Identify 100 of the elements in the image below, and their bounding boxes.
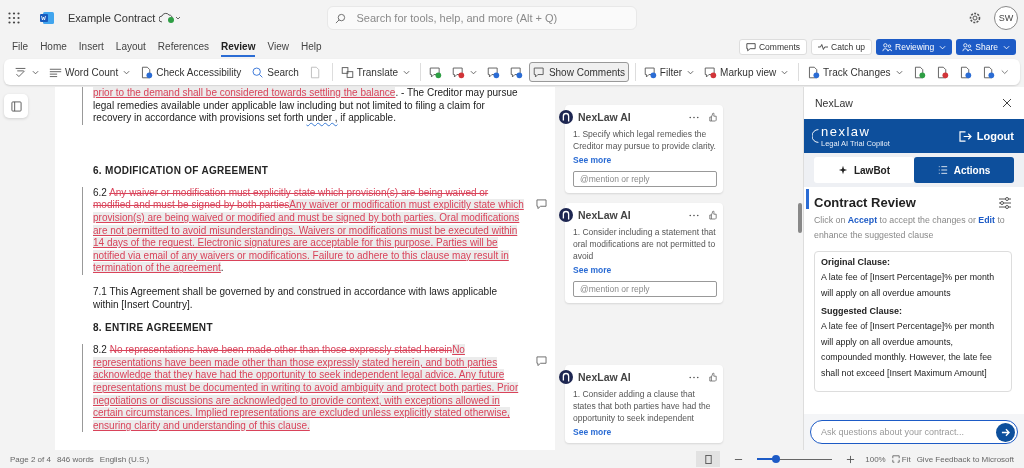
status-text: 846 words [56, 454, 94, 464]
clause-text: A late fee of [Insert Percentage]% per month will apply on all overdue amounts [821, 271, 996, 300]
section-heading: 8. ENTIRE AGREEMENT [93, 322, 214, 334]
scrollbar-thumb[interactable] [806, 189, 809, 209]
panel-icon [10, 100, 22, 112]
comment-text: 1. Specify which legal remedies the Creditor may pursue to provide clarity. [573, 128, 717, 152]
panel-tab[interactable]: Actions [914, 157, 1014, 183]
panel-tab[interactable]: LawBot [814, 157, 914, 183]
more-options-icon[interactable] [689, 375, 699, 379]
toolbar-button[interactable]: Search [247, 62, 303, 82]
comment-author: NexLaw AI [578, 209, 631, 221]
menu-tab[interactable]: Review [221, 37, 256, 57]
arrow-right-icon [1001, 427, 1010, 437]
menu-tab[interactable]: References [157, 37, 209, 57]
document-icon [308, 65, 322, 79]
menu-tab[interactable]: Help [300, 37, 322, 57]
brand-name: nexlaw [821, 124, 872, 139]
clause-label: Original Clause: [821, 257, 892, 267]
toolbar-button[interactable]: Translate [336, 62, 415, 82]
toolbar-button[interactable]: Filter [639, 62, 699, 82]
search-field[interactable]: Search for tools, help, and more (Alt + Q) [327, 6, 638, 30]
word-logo-icon[interactable] [40, 12, 54, 24]
comment-icon [745, 42, 756, 52]
menu-tab[interactable]: Home [40, 37, 67, 57]
menu-tab[interactable]: File [12, 37, 29, 57]
comment-icon [704, 65, 718, 79]
comment-text: 1. Consider adding a clause that states that both parties have had the opportunity to seek independent [573, 388, 712, 424]
header-button[interactable]: Reviewing [876, 39, 953, 55]
thumbs-up-icon[interactable] [709, 372, 717, 382]
search-icon [251, 65, 265, 79]
document-icon [935, 65, 949, 79]
see-more-link[interactable]: See more [573, 427, 612, 437]
toolbar-button[interactable]: Track Changes [803, 62, 907, 82]
document-paragraph: 7.1 This Agreement shall be governed by and construed in accordance with laws applicable within [Insert Country]. [93, 285, 498, 312]
view-button[interactable] [696, 451, 721, 467]
menu-tab[interactable]: View [267, 37, 289, 57]
fit-button[interactable]: Fit [891, 454, 911, 464]
toolbar-button[interactable]: Word Count [45, 62, 135, 82]
chat-input[interactable]: Ask questions about your contract... [810, 420, 1018, 444]
sliders-icon[interactable] [998, 196, 1012, 209]
zoom-in-icon[interactable] [846, 454, 856, 464]
panel-title: NexLaw [815, 97, 853, 109]
document-icon [981, 65, 995, 79]
logout-icon [958, 130, 972, 142]
spelling-check-icon [14, 65, 27, 79]
instruction-text: Click on Accept to accept the changes or Edit to enhance the suggested clause [814, 214, 1006, 242]
more-options-icon[interactable] [689, 213, 699, 217]
thumbs-up-icon[interactable] [709, 210, 717, 220]
comment-text: 1. Consider including a statement that oral modifications are not permitted to avoid [573, 226, 717, 262]
wave-icon [818, 42, 829, 52]
comment-icon [428, 65, 442, 79]
logo-icon [812, 127, 820, 145]
toolbar-button[interactable]: Check Accessibility [136, 62, 246, 82]
sparkle-icon [837, 165, 848, 175]
navigation-button[interactable] [4, 94, 28, 118]
header-button[interactable]: Share [956, 39, 1016, 55]
comment-icon[interactable] [536, 356, 547, 367]
clause-label: Suggested Clause: [821, 306, 904, 316]
document-icon [958, 65, 972, 79]
list-icon [937, 165, 948, 175]
reply-field[interactable]: @mention or reply [573, 281, 717, 297]
menu-tab[interactable]: Layout [115, 37, 146, 57]
section-title: Contract Review [814, 195, 916, 210]
chevron-down-icon[interactable] [1000, 69, 1008, 75]
cloud-icon[interactable] [159, 12, 182, 24]
translate-icon [340, 65, 354, 79]
more-options-icon[interactable] [689, 115, 699, 119]
document-icon [140, 65, 154, 79]
document-title[interactable]: Example Contract [68, 12, 156, 24]
comment-icon [532, 65, 546, 79]
document-paragraph: 6.2 Any waiver or modification must explicitly state which provision(s) are being waived or modified and must be signed by both partiesAny waiver or modification must explicitly state which provision(s) are being waived or modified and must be signed by both parties. Oral modifications are not permitted to avoid misunderstandings. Waivers or modifications must be executed within 14 days of the request. Electronic signatures are acceptable for this purpose. Parties will be notified via email of any waivers or modifications. Failure to adhere to this clause may result in termination of the agreement. [93, 186, 525, 275]
comment-icon[interactable] [536, 198, 547, 209]
logout-button[interactable]: Logout [958, 130, 1014, 142]
section-heading: 6. MODIFICATION OF AGREEMENT [93, 164, 270, 176]
see-more-link[interactable]: See more [573, 265, 612, 275]
feedback-link[interactable]: Give Feedback to Microsoft [916, 454, 1014, 464]
document-icon [912, 65, 926, 79]
people-icon [962, 42, 973, 52]
reply-field[interactable]: @mention or reply [573, 171, 717, 187]
comment-author: NexLaw AI [578, 111, 631, 123]
comment-icon [509, 65, 523, 79]
document-paragraph: 8.2 No representations have been made other than those expressly stated hereinNo representations have been made other than those expressly stated herein, and both parties acknowledge that they have had the opportunity to seek independent legal advice. Any future representations must be documented in writing to avoid ambiguity and protect both parties. Prior negotiations or discussions are acknowledged to provide context, with exceptions allowed in certain circumstances. Implied representations are excluded unless explicitly stated otherwise, ensuring clarity and understanding of this clause. [93, 344, 520, 433]
settings-icon[interactable] [968, 11, 982, 25]
app-launcher-icon[interactable] [8, 12, 20, 24]
menu-tab[interactable]: Insert [78, 37, 104, 57]
search-icon [335, 12, 347, 24]
toolbar-button[interactable]: Markup view [700, 62, 793, 82]
user-avatar[interactable]: SW [994, 6, 1018, 30]
close-icon[interactable] [1002, 98, 1012, 108]
scrollbar-thumb[interactable] [798, 203, 802, 233]
document-paragraph: prior to the demand shall be considered towards settling the balance. - The Creditor may pursue legal remedies available under applicable law including but not limited to filing a claim for recovery in accordance with provisions set forth under , if applicable. [93, 87, 519, 125]
header-button[interactable]: Comments [738, 39, 808, 55]
see-more-link[interactable]: See more [573, 155, 612, 165]
toolbar-button[interactable]: Show Comments [528, 62, 630, 82]
header-button[interactable]: Catch up [811, 39, 873, 55]
people-icon [882, 42, 893, 52]
clause-text: A late fee of [Insert Percentage]% per month will apply on all overdue amounts, compounded monthly. However, the late fee shall not exceed [Insert Maximum Amount] [821, 320, 996, 380]
thumbs-up-icon[interactable] [709, 112, 717, 122]
fit-icon [891, 455, 900, 463]
zoom-slider-thumb[interactable] [772, 455, 780, 463]
